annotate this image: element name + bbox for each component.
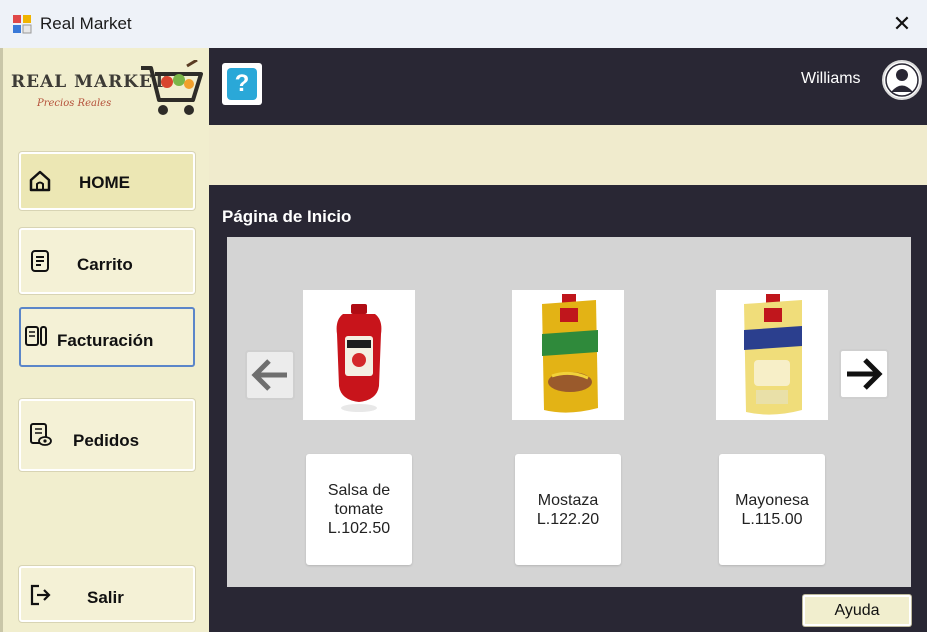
product-card-mayonesa[interactable]: Mayonesa L.115.00 (719, 454, 825, 565)
shopping-cart-logo-icon (141, 60, 203, 115)
product-image-mayonnaise (716, 290, 828, 420)
exit-icon (30, 584, 51, 606)
help-button[interactable]: ? (222, 63, 262, 105)
page-title: Página de Inicio (222, 207, 352, 226)
nav-label-carrito: Carrito (77, 255, 133, 274)
question-mark-icon: ? (227, 68, 257, 100)
home-icon (29, 170, 51, 192)
arrow-left-icon (251, 359, 287, 391)
cart-list-icon (31, 250, 49, 272)
ayuda-button[interactable]: Ayuda (803, 595, 911, 626)
invoice-icon (25, 326, 47, 346)
product-name: Mostaza (537, 491, 599, 509)
product-card-salsa[interactable]: Salsa de tomate L.102.50 (306, 454, 412, 565)
nav-facturacion-button[interactable]: Facturación (19, 307, 195, 367)
app-icon (13, 15, 32, 34)
mayonnaise-pouch-image (744, 294, 802, 415)
nav-home-button[interactable]: HOME (19, 152, 195, 210)
product-price: L.102.50 (327, 520, 391, 537)
product-name: Salsa de tomate (327, 482, 391, 518)
username: Williams (801, 70, 861, 87)
nav-label-facturacion: Facturación (57, 331, 154, 350)
mustard-pouch-image (542, 294, 598, 413)
sidebar: REAL MARKET Precios Reales HOME Carrito (0, 48, 209, 632)
arrow-right-icon (847, 358, 883, 390)
next-arrow-button[interactable] (839, 349, 889, 399)
nav-pedidos-button[interactable]: Pedidos (19, 399, 195, 471)
nav-label-salir: Salir (87, 588, 124, 607)
previous-arrow-button[interactable] (245, 350, 295, 400)
product-price: L.115.00 (741, 510, 803, 528)
product-image-ketchup (303, 290, 415, 420)
nav-salir-button[interactable]: Salir (19, 566, 195, 622)
window-titlebar: Real Market ✕ (0, 0, 927, 48)
product-name: Mayonesa (735, 491, 809, 509)
product-price: L.122.20 (536, 510, 600, 528)
header-banner (209, 125, 927, 185)
product-image-mustard (512, 290, 624, 420)
window-title: Real Market (40, 14, 132, 33)
close-icon[interactable]: ✕ (886, 8, 918, 40)
product-carousel: Salsa de tomate L.102.50 Mostaza L.122.2… (227, 237, 911, 587)
nav-label-pedidos: Pedidos (73, 431, 140, 450)
logo-tagline: Precios Reales (37, 98, 112, 109)
user-avatar-icon[interactable] (881, 59, 923, 101)
logo: REAL MARKET Precios Reales (9, 56, 209, 124)
header-bar: ? Williams (209, 48, 927, 125)
nav-label-home: HOME (79, 173, 130, 192)
product-card-mostaza[interactable]: Mostaza L.122.20 (515, 454, 621, 565)
ketchup-bottle-image (336, 304, 382, 412)
nav-carrito-button[interactable]: Carrito (19, 228, 195, 294)
orders-icon (30, 423, 52, 446)
